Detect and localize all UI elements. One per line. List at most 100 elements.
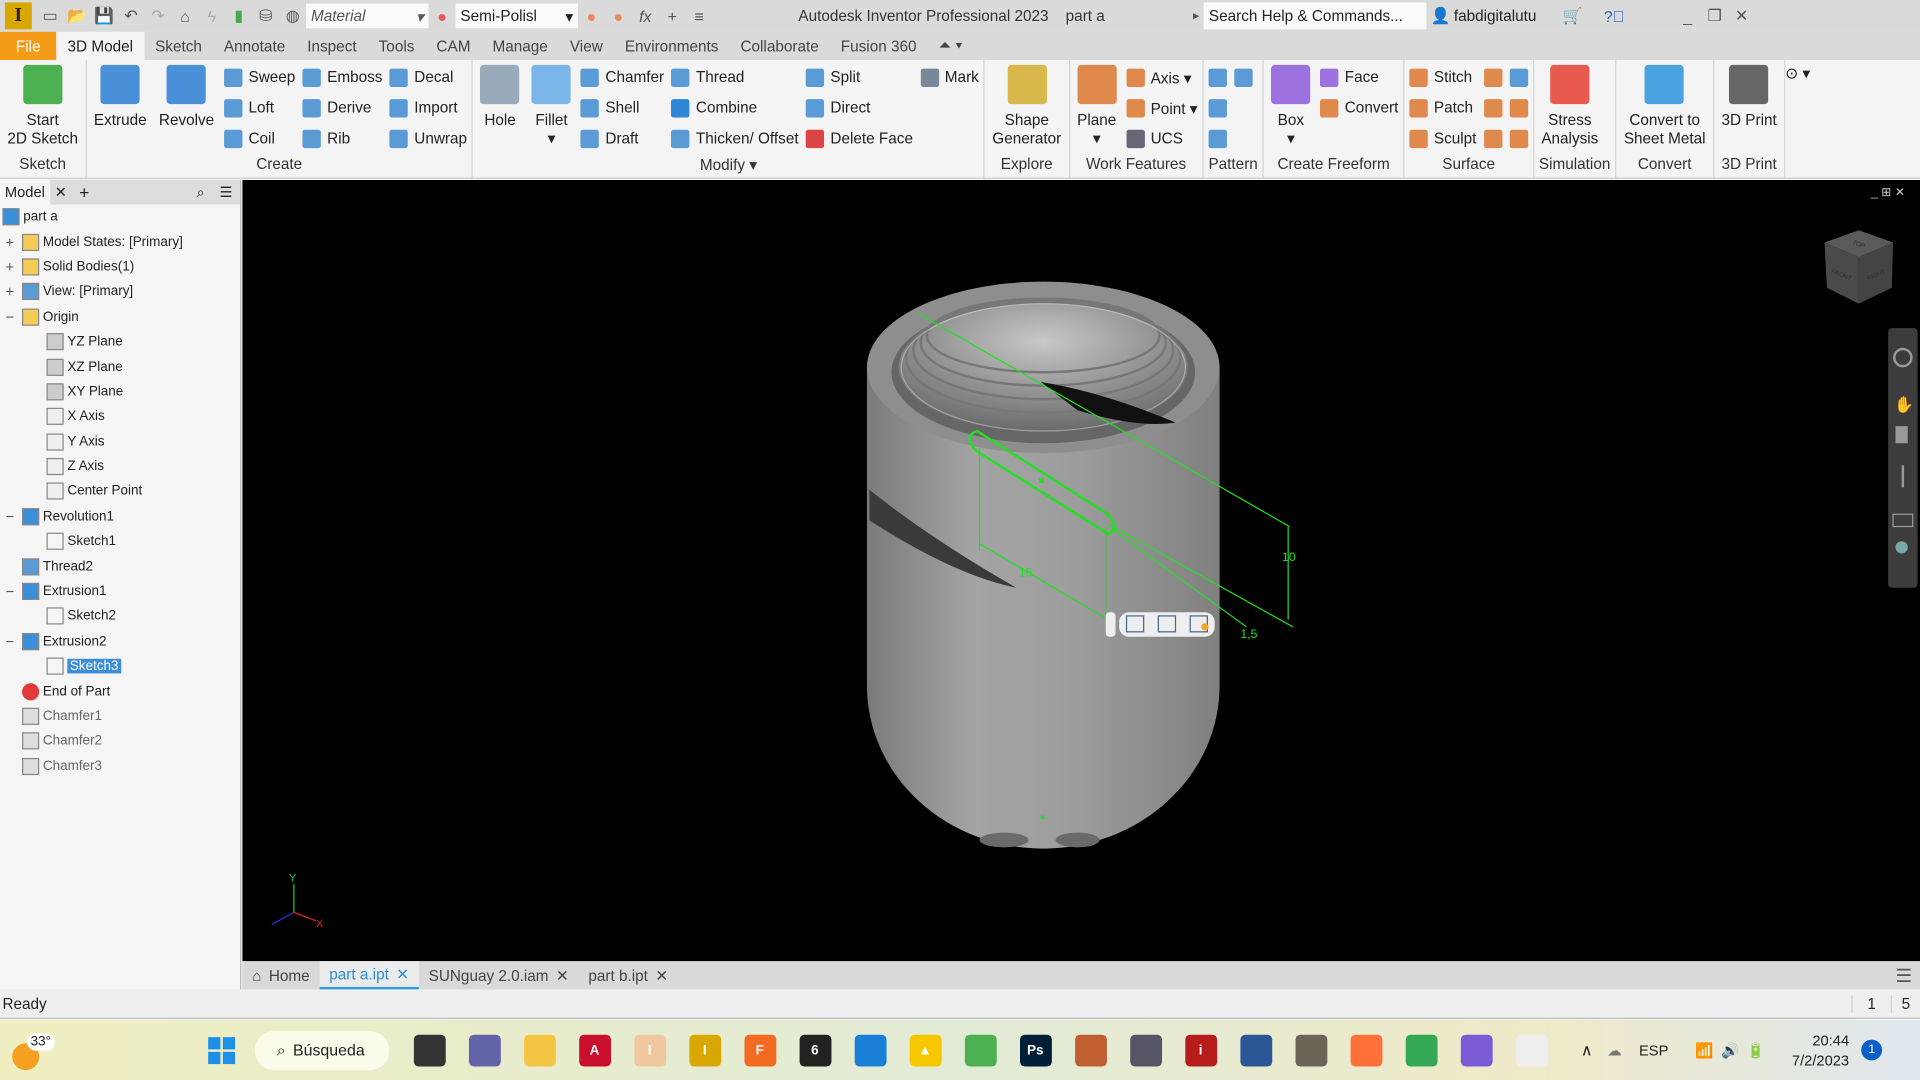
tree-item-sketch2[interactable]: Sketch2 <box>0 604 240 629</box>
extrude-button[interactable]: Extrude <box>91 64 149 130</box>
taskbar-app-corel[interactable] <box>964 1034 997 1066</box>
taskbar-app-photoshop[interactable]: Ps <box>1019 1034 1052 1066</box>
tree-item-solid-bodies-1[interactable]: + Solid Bodies(1) <box>0 254 240 279</box>
viewcube[interactable]: TOP FRONT RIGHT <box>1824 230 1894 304</box>
tab-cam[interactable]: CAM <box>425 32 481 60</box>
update-icon[interactable]: ϟ <box>198 5 225 27</box>
tab-sketch[interactable]: Sketch <box>144 32 213 60</box>
plane-button[interactable]: Plane ▾ <box>1075 64 1119 148</box>
tree-item-part-a[interactable]: part a <box>0 204 240 229</box>
start-2d-sketch-button[interactable]: Start 2D Sketch <box>5 64 81 148</box>
tree-item-view-primary[interactable]: + View: [Primary] <box>0 279 240 304</box>
expand-toggle[interactable]: − <box>2 583 17 600</box>
taskbar-app-chrome[interactable] <box>1405 1034 1437 1066</box>
redo-icon[interactable]: ↷ <box>144 5 171 27</box>
unwrap-button[interactable]: Unwrap <box>389 126 467 150</box>
expand-toggle[interactable]: + <box>2 258 17 275</box>
tab-view[interactable]: View <box>559 32 614 60</box>
taskbar-app-vlc-like[interactable]: ▲ <box>909 1034 942 1066</box>
plus-icon[interactable]: + <box>659 5 686 27</box>
onedrive-error-icon[interactable]: ☁ <box>1607 1041 1622 1058</box>
tree-item-extrusion1[interactable]: − Extrusion1 <box>0 579 240 604</box>
fx-icon[interactable]: fx <box>632 5 659 27</box>
tree-item-center-point[interactable]: Center Point <box>0 479 240 504</box>
expand-toggle[interactable]: − <box>2 308 17 325</box>
shell-button[interactable]: Shell <box>580 96 664 120</box>
taskbar-app-acrobat-like[interactable]: i <box>1184 1034 1217 1066</box>
expand-arrow-icon[interactable]: ▸ <box>1193 9 1199 22</box>
taskbar-app-keyshot[interactable] <box>854 1034 886 1066</box>
show-hidden-icons[interactable]: ∧ <box>1581 1040 1593 1060</box>
doc-tab-part-b-ipt[interactable]: part b.ipt ✕ <box>579 961 678 989</box>
taskbar-app-firefox[interactable] <box>1350 1034 1382 1066</box>
emboss-button[interactable]: Emboss <box>302 65 382 89</box>
weather-widget[interactable]: 33° <box>10 1026 71 1075</box>
material-dropdown[interactable]: Material ▾ <box>306 3 429 29</box>
convert-to-sheet-metal-button[interactable]: Convert to Sheet Metal <box>1621 64 1708 148</box>
tree-item-revolution1[interactable]: − Revolution1 <box>0 504 240 529</box>
tree-item-chamfer1[interactable]: Chamfer1 <box>0 704 240 729</box>
delete-face-button[interactable]: Delete Face <box>805 126 913 150</box>
tree-item-origin[interactable]: − Origin <box>0 304 240 329</box>
point-button[interactable]: Point ▾ <box>1126 96 1197 120</box>
tree-item-y-axis[interactable]: Y Axis <box>0 429 240 454</box>
taskbar-app-calculator[interactable] <box>1129 1034 1162 1066</box>
rectangular-pattern-button[interactable] <box>1208 65 1227 89</box>
tab-manage[interactable]: Manage <box>481 32 558 60</box>
taskbar-app-gimp[interactable] <box>1294 1034 1327 1066</box>
tab-model[interactable]: Model <box>0 180 50 205</box>
thread-button[interactable]: Thread <box>671 65 798 89</box>
ilogic-icon[interactable]: ⛁ <box>252 5 279 27</box>
battery-icon[interactable]: 🔋 <box>1747 1041 1765 1058</box>
tree-item-chamfer3[interactable]: Chamfer3 <box>0 754 240 779</box>
restore-icon[interactable]: ❐ <box>1701 5 1728 27</box>
search-input[interactable]: Search Help & Commands... <box>1204 2 1427 30</box>
inventor-app-icon[interactable]: I <box>4 2 32 30</box>
face-button[interactable]: Face <box>1320 65 1398 89</box>
part-body[interactable] <box>866 281 1220 849</box>
tab-inspect[interactable]: Inspect <box>296 32 367 60</box>
appearance-icon[interactable]: ● <box>429 5 456 27</box>
tab-fusion-360[interactable]: Fusion 360 <box>830 32 928 60</box>
revolve-button[interactable]: Revolve <box>156 64 216 130</box>
boundary-patch-button[interactable] <box>1509 65 1528 89</box>
clock[interactable]: 20:44 7/2/2023 <box>1792 1030 1849 1069</box>
shape-generator-button[interactable]: Shape Generator <box>990 64 1064 148</box>
dimension-10[interactable]: 10 <box>1282 550 1296 564</box>
dimension-15[interactable]: 15 <box>1019 566 1033 580</box>
expand-toggle[interactable]: + <box>2 283 17 300</box>
3d-print-button[interactable]: 3D Print <box>1719 64 1779 130</box>
graphics-viewport[interactable]: 10 15 1,5 Y X TOP FRONT RIGHT _ ⊞ ✕ ✋ <box>242 180 1920 962</box>
tabs-menu-icon[interactable]: ☰ <box>1896 965 1912 987</box>
wifi-icon[interactable]: 📶 <box>1695 1041 1713 1058</box>
taskbar-app-file-explorer[interactable] <box>523 1034 556 1066</box>
tree-item-chamfer2[interactable]: Chamfer2 <box>0 729 240 754</box>
fillet-button[interactable]: Fillet ▾ <box>529 64 573 148</box>
taskbar-app-teams[interactable] <box>468 1034 501 1066</box>
taskbar-app-gimp-white[interactable] <box>1515 1034 1548 1066</box>
close-icon[interactable]: ✕ <box>50 184 72 201</box>
tree-item-end-of-part[interactable]: End of Part <box>0 679 240 704</box>
sketch-minitoolbar[interactable] <box>1105 612 1215 637</box>
navigation-bar[interactable]: ✋ <box>1888 328 1918 588</box>
delete-button[interactable] <box>1483 96 1503 120</box>
sweep-button[interactable]: Sweep <box>224 65 295 89</box>
stitch-button[interactable]: Stitch <box>1409 65 1476 89</box>
save-icon[interactable]: 💾 <box>91 5 118 27</box>
appearance-dropdown[interactable]: Semi-Polisl ▾ <box>455 3 578 29</box>
home-icon[interactable]: ⌂ <box>171 5 198 27</box>
coil-button[interactable]: Coil <box>224 126 295 150</box>
language-indicator[interactable]: ESP <box>1639 1041 1668 1058</box>
import-button[interactable]: Import <box>389 96 467 120</box>
dimension-1-5[interactable]: 1,5 <box>1240 627 1257 641</box>
chamfer-button[interactable]: Chamfer <box>580 65 664 89</box>
search-icon[interactable]: ⌕ <box>189 183 212 201</box>
taskbar-app-pencil[interactable] <box>1074 1034 1107 1066</box>
start-button[interactable] <box>208 1036 236 1064</box>
repair-button[interactable] <box>1509 126 1528 150</box>
stress-analysis-button[interactable]: Stress Analysis <box>1539 64 1601 148</box>
tree-item-z-axis[interactable]: Z Axis <box>0 454 240 479</box>
decal-button[interactable]: Decal <box>389 65 467 89</box>
taskbar-app-clipchamp[interactable] <box>1460 1034 1493 1066</box>
taskbar-app-virtualbox[interactable] <box>1239 1034 1272 1066</box>
